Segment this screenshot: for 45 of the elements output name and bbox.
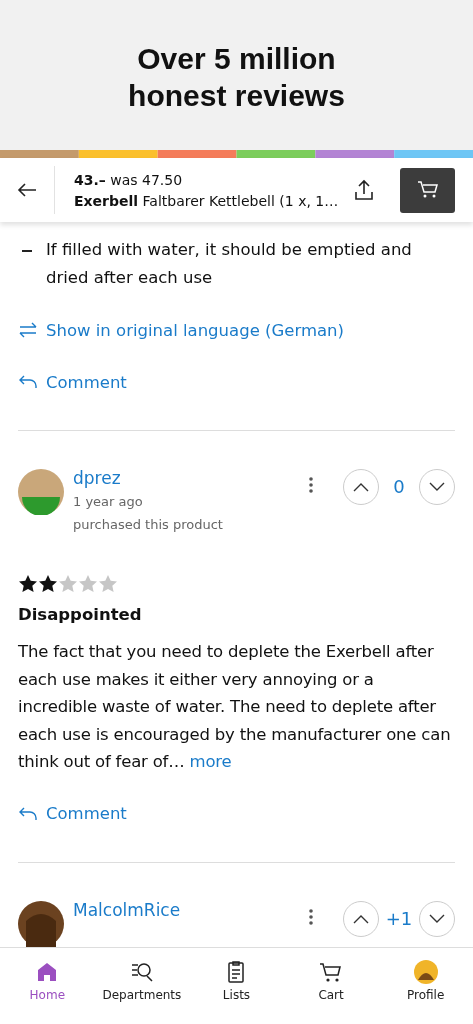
chevron-up-icon	[353, 482, 369, 492]
nav-tab[interactable]: Profile	[378, 948, 473, 1024]
vote-count: 0	[392, 475, 406, 499]
nav-tab[interactable]: Lists	[189, 948, 284, 1024]
banner-title: Over 5 million honest reviews	[128, 41, 345, 114]
downvote-button[interactable]	[419, 900, 455, 937]
review-bullet: If filled with water, it should be emptied and dried after each use	[46, 239, 413, 289]
reply-icon	[18, 374, 38, 390]
more-link[interactable]: more	[189, 752, 232, 771]
downvote-button[interactable]	[419, 469, 455, 505]
user-name[interactable]: dprez	[73, 466, 121, 490]
old-price: was 47.50	[110, 171, 183, 188]
nav-tab[interactable]: Departments	[94, 948, 190, 1024]
price: 43.–	[74, 171, 106, 188]
avatar	[18, 900, 64, 947]
purchase-note: purchased this product	[73, 516, 224, 534]
more-icon	[309, 477, 313, 493]
nav-tab[interactable]: Home	[0, 948, 95, 1024]
reply-icon	[18, 805, 38, 822]
chevron-down-icon	[429, 482, 445, 492]
avatar	[413, 960, 438, 984]
upvote-button[interactable]	[343, 469, 379, 505]
review-text: The fact that you need to deplete the Exerbell after each use makes it either very annoying or a incredible waste of water. The need to deplete after each use is encouraged by the manufacturer one can think out of fear of… more	[18, 641, 452, 773]
review-title: Disappointed	[18, 605, 143, 624]
cart-icon	[416, 180, 439, 200]
user-name[interactable]: MalcolmRice	[73, 897, 181, 922]
vote-count: +1	[384, 906, 414, 931]
nav-tab[interactable]: Cart	[283, 948, 379, 1024]
back-arrow-icon	[17, 182, 37, 198]
add-to-cart-button[interactable]	[400, 167, 455, 213]
chevron-down-icon	[429, 913, 445, 924]
more-icon	[309, 908, 313, 925]
share-icon	[354, 179, 374, 201]
swap-icon	[18, 322, 38, 338]
cart-icon	[319, 960, 344, 984]
product-name: Faltbarer Kettlebell (1 x, 1…	[142, 192, 339, 209]
upvote-button[interactable]	[343, 900, 379, 937]
product-brand: Exerbell	[74, 192, 139, 209]
translate-link[interactable]: Show in original language (German)	[18, 316, 344, 344]
avatar	[18, 469, 64, 515]
comment-link[interactable]: Comment	[18, 799, 127, 828]
chevron-up-icon	[353, 913, 369, 924]
search-list-icon	[129, 960, 154, 984]
comment-link[interactable]: Comment	[18, 368, 127, 396]
review-time: 1 year ago	[73, 493, 144, 511]
